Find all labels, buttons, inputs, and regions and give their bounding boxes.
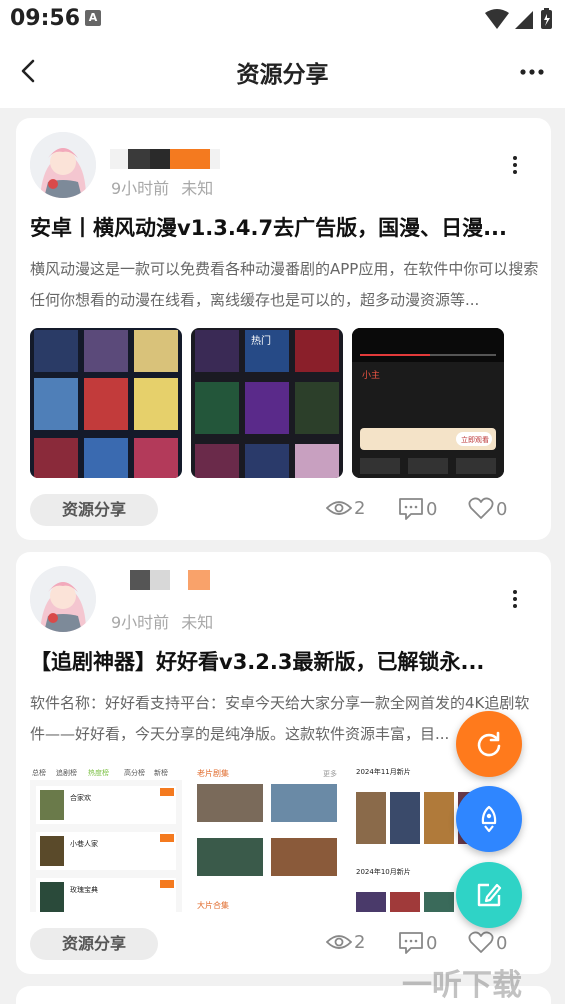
svg-text:2024年11月新片: 2024年11月新片: [356, 767, 411, 776]
heart-icon: [468, 497, 494, 519]
battery-icon: [541, 8, 552, 29]
comment-icon: [399, 932, 423, 954]
refresh-icon: [477, 731, 501, 757]
signal-icon: [515, 11, 533, 29]
views-count: 2: [325, 931, 365, 957]
avatar[interactable]: [30, 132, 96, 198]
more-button[interactable]: [519, 60, 545, 84]
rocket-icon: [481, 805, 497, 833]
post-card[interactable]: 9小时前 未知 安卓丨横风动漫v1.3.4.7去广告版，国漫、日漫... 横风动漫…: [16, 118, 551, 540]
svg-text:老片剧集: 老片剧集: [197, 768, 229, 778]
username-redacted: [130, 570, 210, 590]
avatar[interactable]: [30, 566, 96, 632]
post-title[interactable]: 安卓丨横风动漫v1.3.4.7去广告版，国漫、日漫...: [30, 212, 542, 242]
status-bar: 09:56 A: [0, 0, 565, 38]
post-time: 9小时前: [111, 179, 170, 198]
svg-text:追剧榜: 追剧榜: [56, 768, 77, 777]
refresh-button[interactable]: [456, 711, 522, 777]
svg-text:总榜: 总榜: [32, 768, 46, 777]
category-tag[interactable]: 资源分享: [30, 928, 158, 960]
post-options-button[interactable]: [509, 589, 521, 609]
more-horizontal-icon: [520, 69, 544, 75]
eye-icon: [325, 501, 353, 515]
more-vertical-icon: [513, 156, 517, 174]
svg-text:新榜: 新榜: [154, 768, 168, 777]
like-button[interactable]: 0: [468, 497, 507, 523]
like-button[interactable]: 0: [468, 931, 507, 957]
post-image[interactable]: [30, 328, 182, 478]
svg-text:2024年10月新片: 2024年10月新片: [356, 867, 411, 876]
comment-button[interactable]: 0: [398, 497, 437, 523]
top-app-bar: 资源分享: [0, 38, 565, 108]
post-image[interactable]: 热门: [191, 328, 343, 478]
post-location: 未知: [181, 179, 214, 198]
category-tag[interactable]: 资源分享: [30, 494, 158, 526]
page-title: 资源分享: [236, 62, 329, 88]
post-images: 总榜 追剧榜 热度榜 高分榜 新榜 合家欢 小巷人家 玫瑰宝典 老片剧集 更多 …: [30, 762, 510, 912]
watermark: 一听下载: [402, 968, 522, 1003]
back-to-top-button[interactable]: [456, 786, 522, 852]
image-label: 小主: [362, 369, 380, 381]
post-image[interactable]: 小主 立即观看: [352, 328, 504, 478]
post-image[interactable]: 总榜 追剧榜 热度榜 高分榜 新榜 合家欢 小巷人家 玫瑰宝典: [30, 762, 182, 912]
system-icons: [483, 7, 555, 35]
more-vertical-icon: [513, 590, 517, 608]
eye-icon: [325, 935, 353, 949]
post-description[interactable]: 横风动漫这是一款可以免费看各种动漫番剧的APP应用，在软件中你可以搜索任何你想看…: [30, 254, 540, 316]
post-image[interactable]: 老片剧集 更多 大片合集: [191, 762, 343, 912]
svg-text:小巷人家: 小巷人家: [70, 839, 98, 848]
post-time: 9小时前: [111, 613, 170, 632]
post-options-button[interactable]: [509, 155, 521, 175]
username-redacted: [110, 149, 220, 169]
post-meta: 9小时前 未知: [111, 175, 213, 199]
post-title[interactable]: 【追剧神器】好好看v3.2.3最新版，已解锁永...: [30, 646, 542, 676]
svg-text:热度榜: 热度榜: [88, 768, 109, 777]
post-meta: 9小时前 未知: [111, 609, 213, 633]
heart-icon: [468, 931, 494, 953]
views-count: 2: [325, 497, 365, 523]
svg-text:玫瑰宝典: 玫瑰宝典: [70, 885, 98, 894]
post-location: 未知: [181, 613, 214, 632]
wifi-icon: [485, 9, 509, 29]
create-post-button[interactable]: [456, 862, 522, 928]
post-images: 热门 小主 立即观看: [30, 328, 510, 478]
notification-icon: A: [85, 10, 101, 26]
image-label: 热门: [251, 334, 271, 347]
image-label: 立即观看: [461, 435, 489, 444]
svg-text:大片合集: 大片合集: [197, 900, 229, 910]
comment-icon: [399, 498, 423, 520]
edit-icon: [477, 883, 502, 907]
comment-button[interactable]: 0: [398, 931, 437, 957]
status-time: 09:56: [10, 6, 81, 31]
svg-text:更多: 更多: [323, 769, 337, 778]
svg-text:高分榜: 高分榜: [124, 768, 145, 777]
svg-text:合家欢: 合家欢: [70, 793, 91, 802]
